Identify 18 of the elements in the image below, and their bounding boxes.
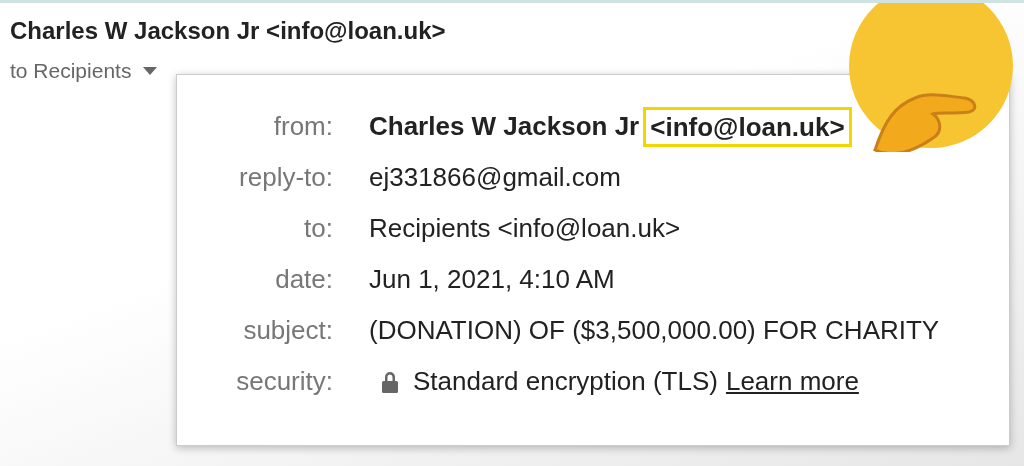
sender-heading: Charles W Jackson Jr <info@loan.uk> bbox=[10, 16, 447, 46]
sender-email: <info@loan.uk> bbox=[643, 106, 852, 147]
field-label: to: bbox=[304, 212, 333, 245]
field-label: subject: bbox=[243, 314, 333, 347]
field-label: reply-to: bbox=[239, 161, 333, 194]
learn-more-link[interactable]: Learn more bbox=[725, 356, 859, 407]
sender-name: Charles W Jackson Jr bbox=[369, 110, 640, 143]
caret-icon[interactable] bbox=[143, 67, 158, 75]
field-value: Standard encryption (TLS) bbox=[413, 365, 718, 398]
field-label: from: bbox=[273, 110, 333, 143]
field-label: date: bbox=[275, 263, 333, 296]
field-value: (DONATION) OF ($3,500,000.00) FOR CHARITY bbox=[369, 314, 940, 347]
field-value: Recipients <info@loan.uk> bbox=[369, 212, 681, 245]
lock-icon bbox=[381, 370, 399, 393]
recipients-label[interactable]: to Recipients bbox=[10, 59, 132, 83]
field-value: ej331866@gmail.com bbox=[369, 161, 621, 194]
field-label: security: bbox=[236, 365, 333, 398]
field-value: Jun 1, 2021, 4:10 AM bbox=[369, 263, 615, 296]
